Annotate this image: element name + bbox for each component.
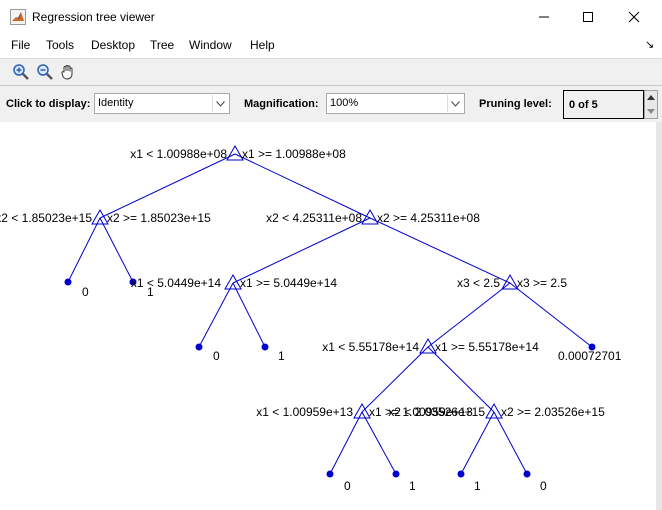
zoom-out-icon[interactable] xyxy=(35,62,55,82)
menu-tree[interactable]: Tree xyxy=(150,38,174,52)
tree-edge xyxy=(427,282,511,348)
split-label-left: x2 < 2.03526e+15 xyxy=(388,405,485,419)
leaf-value: 0 xyxy=(213,349,220,363)
split-label-left: x1 < 1.00988e+08 xyxy=(130,147,227,161)
leaf-value: 0.00072701 xyxy=(558,349,622,363)
split-label-right: x2 >= 2.03526e+15 xyxy=(501,405,605,419)
branch-node-triangle xyxy=(361,208,379,225)
split-label-right: x2 >= 4.25311e+08 xyxy=(377,211,480,225)
control-bar: Click to display: Identity Magnification… xyxy=(0,86,662,123)
tree-edge xyxy=(234,153,371,219)
tree-canvas[interactable]: x1 < 1.00988e+08 x1 >= 1.00988e+08 x2 < … xyxy=(0,122,662,510)
pruning-label: Pruning level: xyxy=(479,98,552,110)
branch-node-triangle xyxy=(226,144,244,161)
window-title: Regression tree viewer xyxy=(32,10,155,24)
window-edge xyxy=(656,122,662,510)
leaf-node-dot xyxy=(457,470,465,478)
pruning-level-field[interactable]: 0 of 5 xyxy=(563,90,644,119)
title-bar: Regression tree viewer xyxy=(0,0,662,34)
leaf-node-dot xyxy=(392,470,400,478)
tree-edge xyxy=(460,411,495,475)
menu-window[interactable]: Window xyxy=(189,38,232,52)
split-label-right: x1 >= 1.00988e+08 xyxy=(242,147,346,161)
split-label-left: x1 < 5.55178e+14 xyxy=(322,340,419,354)
minimize-button[interactable] xyxy=(522,2,566,32)
menu-tools[interactable]: Tools xyxy=(46,38,74,52)
menu-help[interactable]: Help xyxy=(250,38,275,52)
leaf-value: 1 xyxy=(474,479,481,493)
tree-edge xyxy=(509,282,593,348)
split-label-left: x2 < 1.85023e+15 xyxy=(0,211,92,225)
matlab-app-icon xyxy=(10,9,26,25)
chevron-down-icon[interactable] xyxy=(447,95,463,112)
display-dropdown[interactable]: Identity xyxy=(94,93,230,114)
magnification-dropdown[interactable]: 100% xyxy=(326,93,465,114)
branch-node-triangle xyxy=(419,337,437,354)
zoom-in-icon[interactable] xyxy=(11,62,31,82)
leaf-node-dot xyxy=(195,343,203,351)
dock-arrow-icon[interactable]: ↘ xyxy=(645,38,654,51)
spinner-down-icon xyxy=(647,109,655,114)
leaf-value: 1 xyxy=(409,479,416,493)
chevron-down-icon[interactable] xyxy=(212,95,228,112)
pruning-value: 0 of 5 xyxy=(569,99,598,111)
split-label-right: x1 >= 5.55178e+14 xyxy=(435,340,539,354)
split-label-left: x1 < 1.00959e+13 xyxy=(256,405,353,419)
pan-hand-icon[interactable] xyxy=(58,62,78,82)
split-label-right: x1 >= 5.0449e+14 xyxy=(240,276,338,290)
leaf-value: 0 xyxy=(82,285,89,299)
menu-desktop[interactable]: Desktop xyxy=(91,38,135,52)
leaf-node-dot xyxy=(261,343,269,351)
tree-edge xyxy=(232,282,266,348)
leaf-node-dot xyxy=(523,470,531,478)
display-label: Click to display: xyxy=(6,98,91,110)
menu-bar: File Tools Desktop Tree Window Help ↘ xyxy=(0,34,662,56)
tree-edge xyxy=(99,217,134,283)
tree-edge xyxy=(198,282,234,348)
split-label-left: x3 < 2.5 xyxy=(456,276,500,290)
tree-edge xyxy=(329,411,363,475)
tree-edge xyxy=(232,217,371,284)
branch-node-triangle xyxy=(91,208,109,225)
tree-edge xyxy=(67,217,101,283)
split-label-left: x1 < 5.0449e+14 xyxy=(130,276,221,290)
pruning-spinner[interactable] xyxy=(644,90,658,119)
leaf-value: 1 xyxy=(147,285,154,299)
leaf-node-dot xyxy=(64,278,72,286)
split-label-right: x2 >= 1.85023e+15 xyxy=(107,211,211,225)
tree-graphic xyxy=(64,144,596,478)
close-button[interactable] xyxy=(612,2,656,32)
split-label-left: x2 < 4.25311e+08 xyxy=(266,211,362,225)
tree-edge xyxy=(361,411,397,475)
tree-edge xyxy=(369,217,511,284)
menu-file[interactable]: File xyxy=(11,38,30,52)
leaf-value: 0 xyxy=(540,479,547,493)
magnification-label: Magnification: xyxy=(244,98,319,110)
display-value: Identity xyxy=(98,97,134,109)
tree-edge xyxy=(361,346,429,413)
tree-edge xyxy=(493,411,528,475)
branch-node-triangle xyxy=(224,273,242,290)
toolbar xyxy=(0,58,662,86)
maximize-button[interactable] xyxy=(566,2,610,32)
leaf-value: 0 xyxy=(344,479,351,493)
split-label-right: x3 >= 2.5 xyxy=(517,276,568,290)
tree-edge xyxy=(99,153,236,219)
leaf-value: 1 xyxy=(278,349,285,363)
spinner-up-icon xyxy=(647,95,655,100)
leaf-node-dot xyxy=(326,470,334,478)
tree-edge xyxy=(427,346,495,413)
magnification-value: 100% xyxy=(330,97,359,109)
